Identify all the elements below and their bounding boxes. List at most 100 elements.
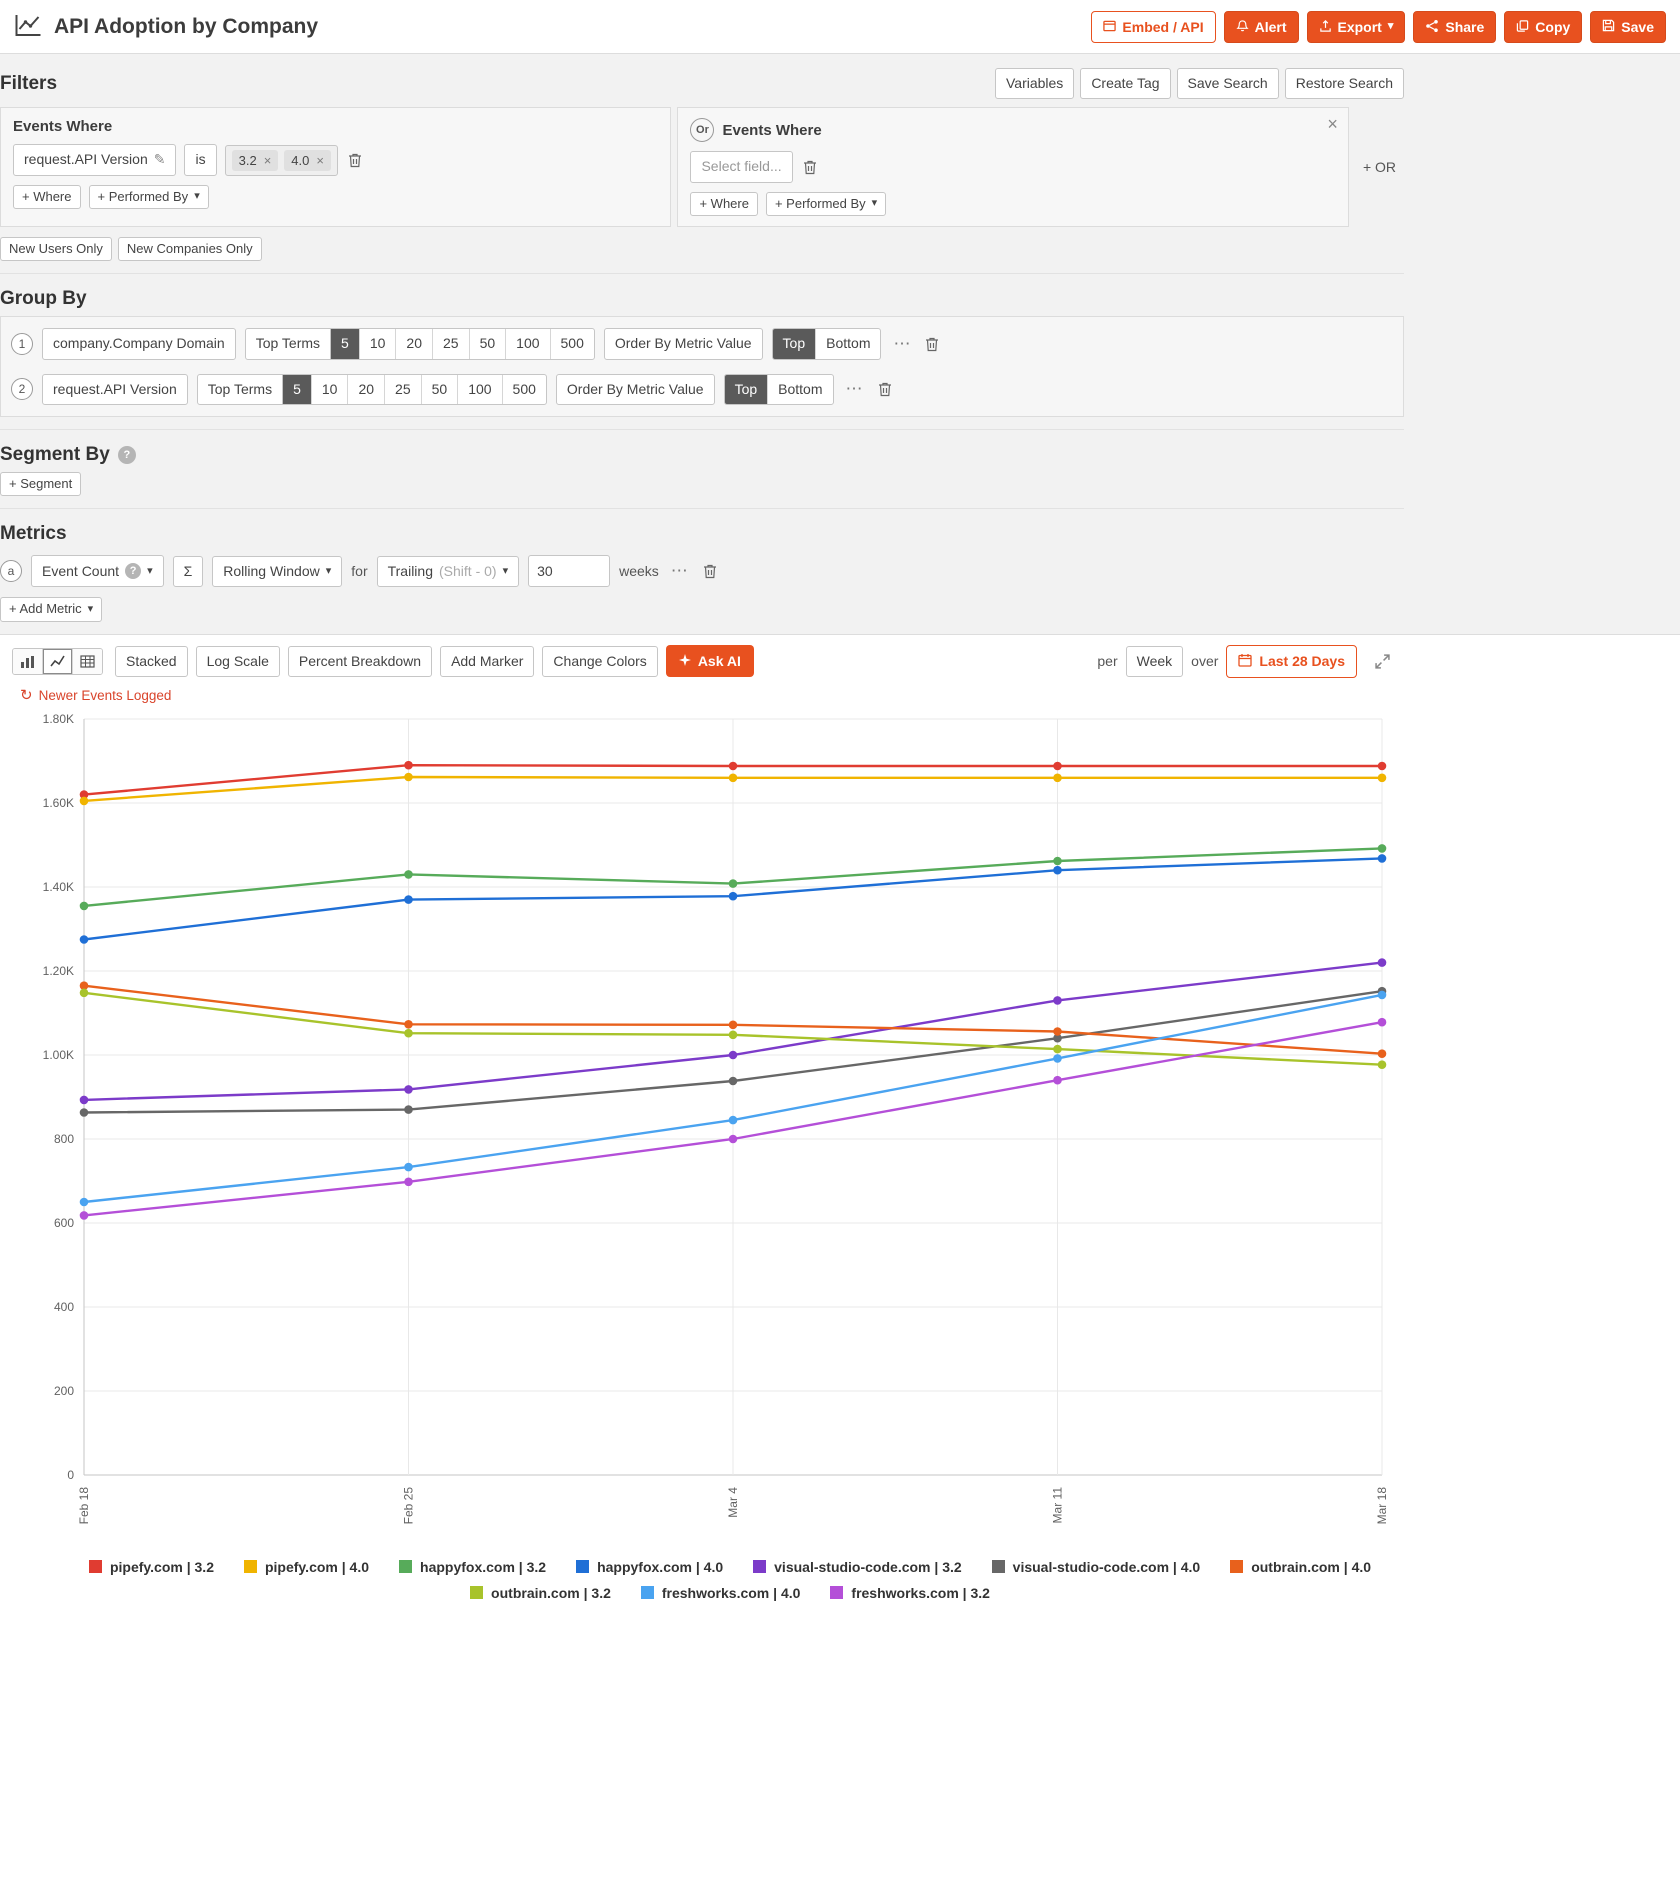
filter-value-chip[interactable]: 3.2 ×	[232, 150, 279, 171]
percent-breakdown-button[interactable]: Percent Breakdown	[288, 646, 432, 677]
top-terms-count-20[interactable]: 20	[395, 329, 432, 358]
legend-item[interactable]: outbrain.com | 4.0	[1230, 1559, 1371, 1575]
metric-index-badge: a	[0, 560, 22, 582]
delete-group-by-button[interactable]	[923, 334, 941, 354]
change-colors-button[interactable]: Change Colors	[542, 646, 657, 677]
alert-button[interactable]: Alert	[1224, 11, 1299, 43]
top-terms-count-10[interactable]: 10	[359, 329, 396, 358]
help-icon[interactable]: ?	[118, 446, 136, 464]
copy-label: Copy	[1535, 20, 1570, 34]
top-terms-count-20[interactable]: 20	[347, 375, 384, 404]
line-chart-view-button[interactable]	[42, 649, 72, 674]
legend-label: happyfox.com | 3.2	[420, 1559, 546, 1575]
top-terms-count-25[interactable]: 25	[384, 375, 421, 404]
remove-chip-icon[interactable]: ×	[264, 154, 272, 167]
order-bottom-button[interactable]: Bottom	[815, 329, 880, 358]
top-terms-count-25[interactable]: 25	[432, 329, 469, 358]
more-options-icon[interactable]: ⋯	[668, 561, 692, 581]
order-by-metric-button[interactable]: Order By Metric Value	[556, 374, 715, 405]
order-bottom-button[interactable]: Bottom	[767, 375, 832, 404]
legend-swatch	[244, 1560, 257, 1573]
delete-group-by-button[interactable]	[876, 379, 894, 399]
filter-operator-button[interactable]: is	[184, 144, 216, 175]
group-by-box: 1 company.Company Domain Top Terms 51020…	[0, 316, 1404, 417]
date-range-button[interactable]: Last 28 Days	[1226, 645, 1357, 678]
legend-item[interactable]: freshworks.com | 3.2	[830, 1585, 990, 1601]
trailing-shift-button[interactable]: Trailing (Shift - 0) ▾	[377, 556, 520, 587]
restore-search-button[interactable]: Restore Search	[1285, 68, 1404, 99]
group-field-button[interactable]: company.Company Domain	[42, 328, 236, 359]
order-by-metric-button[interactable]: Order By Metric Value	[604, 328, 763, 359]
add-performed-by-button[interactable]: + Performed By ▾	[89, 185, 209, 209]
legend-item[interactable]: pipefy.com | 4.0	[244, 1559, 369, 1575]
log-scale-button[interactable]: Log Scale	[196, 646, 280, 677]
top-terms-count-5[interactable]: 5	[331, 329, 359, 358]
delete-filter-button[interactable]	[346, 150, 364, 170]
add-where-button[interactable]: + Where	[690, 192, 758, 216]
add-where-button[interactable]: + Where	[13, 185, 81, 209]
delete-filter-button[interactable]	[801, 157, 819, 177]
close-filter-group-icon[interactable]: ×	[1327, 114, 1338, 135]
filter-field-button[interactable]: request.API Version ✎	[13, 144, 176, 175]
top-terms-count-500[interactable]: 500	[502, 375, 546, 404]
table-view-button[interactable]	[72, 649, 102, 674]
legend-item[interactable]: visual-studio-code.com | 4.0	[992, 1559, 1201, 1575]
rolling-window-button[interactable]: Rolling Window ▾	[212, 556, 342, 587]
help-icon[interactable]: ?	[125, 563, 141, 579]
share-button[interactable]: Share	[1413, 11, 1496, 43]
add-or-button[interactable]: + OR	[1355, 107, 1404, 227]
select-field-button[interactable]: Select field...	[690, 151, 792, 182]
bell-icon	[1236, 19, 1249, 35]
copy-button[interactable]: Copy	[1504, 11, 1582, 43]
group-field-button[interactable]: request.API Version	[42, 374, 188, 405]
bar-chart-view-button[interactable]	[13, 649, 42, 674]
new-users-only-button[interactable]: New Users Only	[0, 237, 112, 261]
legend-label: happyfox.com | 4.0	[597, 1559, 723, 1575]
top-terms-count-100[interactable]: 100	[505, 329, 549, 358]
add-marker-button[interactable]: Add Marker	[440, 646, 534, 677]
ask-ai-button[interactable]: Ask AI	[666, 645, 754, 677]
calendar-icon	[1238, 653, 1252, 670]
top-terms-count-50[interactable]: 50	[469, 329, 506, 358]
legend-swatch	[89, 1560, 102, 1573]
embed-api-button[interactable]: Embed / API	[1091, 11, 1215, 43]
order-top-button[interactable]: Top	[773, 329, 816, 358]
line-chart[interactable]: 02004006008001.00K1.20K1.40K1.60K1.80KFe…	[0, 703, 1680, 1545]
add-performed-by-button[interactable]: + Performed By ▾	[766, 192, 886, 216]
metric-type-button[interactable]: Event Count ? ▾	[31, 555, 164, 587]
delete-metric-button[interactable]	[701, 561, 719, 581]
legend-item[interactable]: happyfox.com | 3.2	[399, 1559, 546, 1575]
top-terms-count-10[interactable]: 10	[311, 375, 348, 404]
legend-item[interactable]: happyfox.com | 4.0	[576, 1559, 723, 1575]
more-options-icon[interactable]: ⋯	[890, 334, 914, 354]
save-button[interactable]: Save	[1590, 11, 1666, 43]
metrics-heading: Metrics	[0, 523, 67, 545]
top-terms-count-500[interactable]: 500	[550, 329, 594, 358]
aggregation-sigma-button[interactable]: Σ	[173, 556, 204, 587]
fullscreen-icon[interactable]	[1373, 652, 1392, 671]
add-segment-button[interactable]: + Segment	[0, 472, 81, 496]
top-terms-count-100[interactable]: 100	[457, 375, 501, 404]
order-top-button[interactable]: Top	[725, 375, 768, 404]
stacked-button[interactable]: Stacked	[115, 646, 188, 677]
legend-item[interactable]: freshworks.com | 4.0	[641, 1585, 801, 1601]
top-terms-count-5[interactable]: 5	[283, 375, 311, 404]
legend-item[interactable]: visual-studio-code.com | 3.2	[753, 1559, 962, 1575]
window-value-input[interactable]	[528, 555, 610, 587]
create-tag-button[interactable]: Create Tag	[1080, 68, 1170, 99]
interval-button[interactable]: Week	[1126, 646, 1184, 677]
save-search-button[interactable]: Save Search	[1177, 68, 1279, 99]
add-metric-button[interactable]: + Add Metric ▾	[0, 597, 102, 621]
legend-item[interactable]: pipefy.com | 3.2	[89, 1559, 214, 1575]
variables-button[interactable]: Variables	[995, 68, 1074, 99]
legend-item[interactable]: outbrain.com | 3.2	[470, 1585, 611, 1601]
remove-chip-icon[interactable]: ×	[316, 154, 324, 167]
export-button[interactable]: Export ▾	[1307, 11, 1406, 43]
newer-events-notice[interactable]: ↻ Newer Events Logged	[0, 686, 1680, 703]
chart-toolbar: Stacked Log Scale Percent Breakdown Add …	[0, 635, 1404, 686]
new-companies-only-button[interactable]: New Companies Only	[118, 237, 262, 261]
top-terms-count-50[interactable]: 50	[421, 375, 458, 404]
more-options-icon[interactable]: ⋯	[843, 379, 867, 399]
legend-label: pipefy.com | 4.0	[265, 1559, 369, 1575]
filter-value-chip[interactable]: 4.0 ×	[284, 150, 331, 171]
